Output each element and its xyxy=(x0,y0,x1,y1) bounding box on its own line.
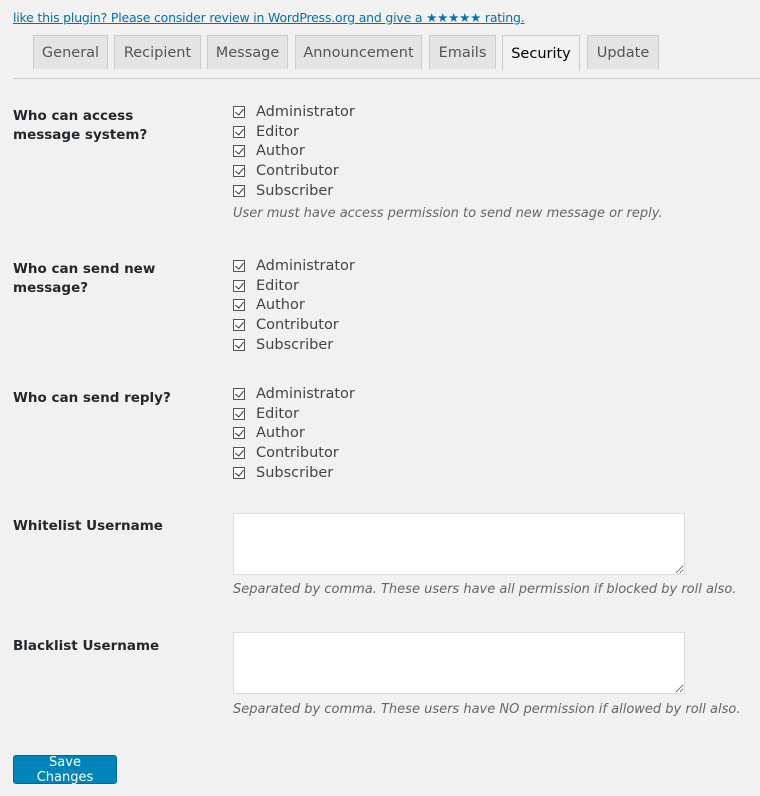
checkbox-checked-icon[interactable] xyxy=(233,318,245,331)
checkbox-checked-icon[interactable] xyxy=(233,125,245,138)
checkbox-checked-icon[interactable] xyxy=(233,407,245,420)
checkbox-checked-icon[interactable] xyxy=(233,387,245,400)
send-reply-role-subscriber[interactable]: Subscriber xyxy=(233,463,355,483)
blacklist-description: Separated by comma. These users have NO … xyxy=(233,702,741,717)
access-roles: Administrator Editor Author Contributor … xyxy=(233,102,355,200)
access-role-editor[interactable]: Editor xyxy=(233,122,355,142)
checkbox-checked-icon[interactable] xyxy=(233,338,245,351)
checkbox-checked-icon[interactable] xyxy=(233,299,245,312)
role-label: Administrator xyxy=(256,257,355,274)
checkbox-checked-icon[interactable] xyxy=(233,446,245,459)
checkbox-checked-icon[interactable] xyxy=(233,164,245,177)
tab-security[interactable]: Security xyxy=(502,35,580,71)
role-label: Contributor xyxy=(256,444,339,461)
checkbox-checked-icon[interactable] xyxy=(233,184,245,197)
send-reply-role-contributor[interactable]: Contributor xyxy=(233,443,355,463)
send-new-role-editor[interactable]: Editor xyxy=(233,276,355,296)
role-label: Editor xyxy=(256,277,299,294)
role-label: Author xyxy=(256,425,305,442)
tab-emails[interactable]: Emails xyxy=(429,35,496,69)
role-label: Contributor xyxy=(256,316,339,333)
role-label: Author xyxy=(256,143,305,160)
settings-tabs: General Recipient Message Announcement E… xyxy=(13,35,760,79)
role-label: Subscriber xyxy=(256,182,334,199)
whitelist-description: Separated by comma. These users have all… xyxy=(233,582,737,597)
send-reply-role-editor[interactable]: Editor xyxy=(233,404,355,424)
checkbox-checked-icon[interactable] xyxy=(233,427,245,440)
send-reply-roles: Administrator Editor Author Contributor … xyxy=(233,384,355,482)
role-label: Administrator xyxy=(256,385,355,402)
role-label: Contributor xyxy=(256,162,339,179)
checkbox-checked-icon[interactable] xyxy=(233,145,245,158)
role-label: Subscriber xyxy=(256,336,334,353)
tab-update[interactable]: Update xyxy=(587,35,659,69)
role-label: Editor xyxy=(256,123,299,140)
send-new-role-contributor[interactable]: Contributor xyxy=(233,315,355,335)
send-new-role-author[interactable]: Author xyxy=(233,295,355,315)
send-new-role-administrator[interactable]: Administrator xyxy=(233,256,355,276)
blacklist-textarea[interactable] xyxy=(233,632,685,694)
role-label: Author xyxy=(256,297,305,314)
access-role-subscriber[interactable]: Subscriber xyxy=(233,181,355,201)
send-reply-role-author[interactable]: Author xyxy=(233,423,355,443)
tab-message[interactable]: Message xyxy=(207,35,288,69)
checkbox-checked-icon[interactable] xyxy=(233,105,245,118)
access-role-administrator[interactable]: Administrator xyxy=(233,102,355,122)
access-role-contributor[interactable]: Contributor xyxy=(233,161,355,181)
send-reply-role-administrator[interactable]: Administrator xyxy=(233,384,355,404)
role-label: Editor xyxy=(256,405,299,422)
tab-announcement[interactable]: Announcement xyxy=(295,35,422,69)
blacklist-label: Blacklist Username xyxy=(13,638,160,654)
save-changes-button[interactable]: Save Changes xyxy=(13,755,117,785)
access-label: Who can access message system? xyxy=(13,108,148,143)
access-role-author[interactable]: Author xyxy=(233,141,355,161)
checkbox-checked-icon[interactable] xyxy=(233,466,245,479)
tab-general[interactable]: General xyxy=(33,35,108,69)
checkbox-checked-icon[interactable] xyxy=(233,279,245,292)
role-label: Subscriber xyxy=(256,464,334,481)
checkbox-checked-icon[interactable] xyxy=(233,259,245,272)
send-new-role-subscriber[interactable]: Subscriber xyxy=(233,335,355,355)
review-plugin-link[interactable]: like this plugin? Please consider review… xyxy=(13,10,525,25)
tab-recipient[interactable]: Recipient xyxy=(114,35,201,69)
send-new-roles: Administrator Editor Author Contributor … xyxy=(233,256,355,354)
send-new-label: Who can send new message? xyxy=(13,261,156,296)
whitelist-textarea[interactable] xyxy=(233,513,685,575)
access-description: User must have access permission to send… xyxy=(233,206,663,221)
whitelist-label: Whitelist Username xyxy=(13,518,163,534)
role-label: Administrator xyxy=(256,103,355,120)
send-reply-label: Who can send reply? xyxy=(13,390,171,406)
